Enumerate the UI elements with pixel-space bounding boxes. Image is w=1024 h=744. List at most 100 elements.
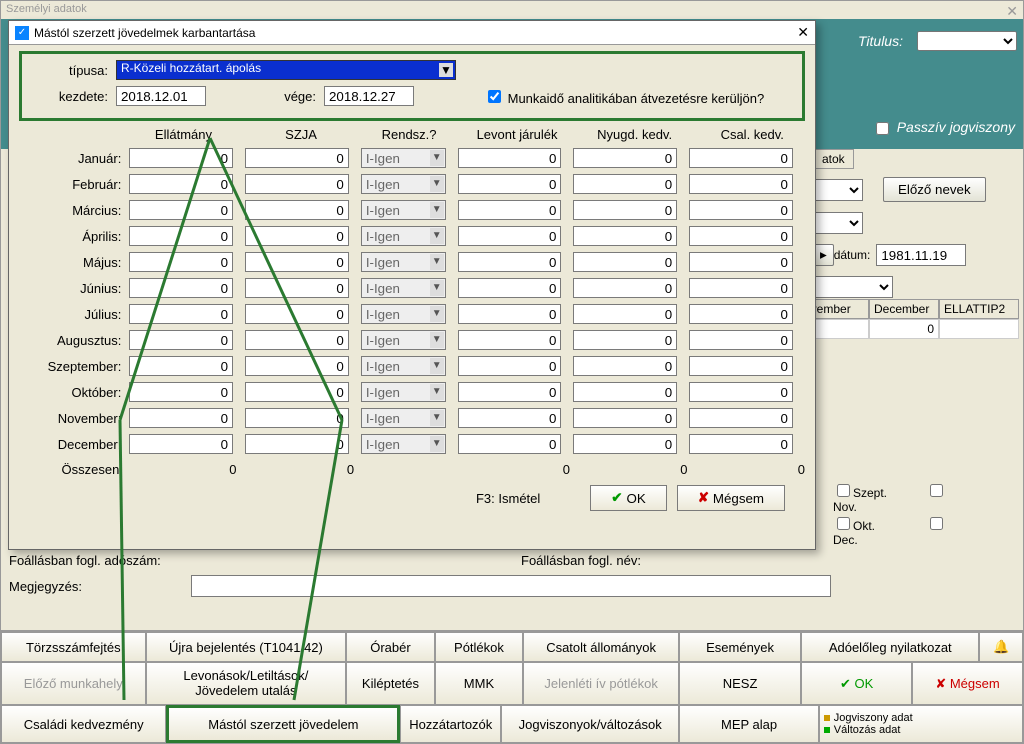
lev-input[interactable] (458, 434, 562, 454)
check-szept[interactable] (837, 484, 850, 497)
kezdete-input[interactable] (116, 86, 206, 106)
csal-input[interactable] (689, 200, 793, 220)
csal-input[interactable] (689, 304, 793, 324)
rendsz-select[interactable] (361, 252, 446, 272)
ell-input[interactable] (129, 200, 233, 220)
right-select-2[interactable] (813, 212, 863, 234)
nyug-input[interactable] (573, 356, 677, 376)
nyug-input[interactable] (573, 226, 677, 246)
btn-csaladi[interactable]: Családi kedvezmény (1, 705, 166, 743)
btn-ujra-bejelentes[interactable]: Újra bejelentés (T1041/42) (146, 632, 347, 662)
nyug-input[interactable] (573, 278, 677, 298)
right-small-btn[interactable]: ▸ (813, 244, 834, 266)
csal-input[interactable] (689, 330, 793, 350)
rendsz-select[interactable] (361, 174, 446, 194)
tipusa-select[interactable]: R-Közeli hozzátart. ápolás (116, 60, 456, 80)
passziv-checkbox[interactable] (876, 122, 889, 135)
btn-hozzatartozok[interactable]: Hozzátartozók (400, 705, 501, 743)
csal-input[interactable] (689, 226, 793, 246)
rendsz-select[interactable] (361, 304, 446, 324)
ell-input[interactable] (129, 226, 233, 246)
rendsz-select[interactable] (361, 226, 446, 246)
ell-input[interactable] (129, 434, 233, 454)
btn-megsem-main[interactable]: ✘ Mégsem (912, 662, 1023, 705)
rendsz-select[interactable] (361, 200, 446, 220)
btn-mep-alap[interactable]: MEP alap (679, 705, 818, 743)
btn-ok-main[interactable]: ✔ OK (801, 662, 912, 705)
nyug-input[interactable] (573, 174, 677, 194)
btn-icon-right[interactable]: 🔔 (979, 632, 1023, 662)
rendsz-select[interactable] (361, 278, 446, 298)
modal-close-icon[interactable]: ✕ (797, 24, 809, 41)
rendsz-select[interactable] (361, 330, 446, 350)
ell-input[interactable] (129, 408, 233, 428)
check-dec[interactable] (930, 517, 943, 530)
munkaido-checkbox[interactable] (488, 90, 501, 103)
elozo-nevek-button[interactable]: Előző nevek (883, 177, 986, 202)
ell-input[interactable] (129, 148, 233, 168)
rendsz-select[interactable] (361, 382, 446, 402)
megjegyzes-input[interactable] (191, 575, 831, 597)
csal-input[interactable] (689, 174, 793, 194)
right-select-1[interactable] (813, 179, 863, 201)
rendsz-select[interactable] (361, 434, 446, 454)
nyug-input[interactable] (573, 148, 677, 168)
lev-input[interactable] (458, 330, 562, 350)
nyug-input[interactable] (573, 200, 677, 220)
ell-input[interactable] (129, 356, 233, 376)
rendsz-select[interactable] (361, 408, 446, 428)
btn-nesz[interactable]: NESZ (679, 662, 801, 705)
lev-input[interactable] (458, 408, 562, 428)
szja-input[interactable] (245, 356, 349, 376)
szja-input[interactable] (245, 434, 349, 454)
btn-csatolt[interactable]: Csatolt állományok (523, 632, 679, 662)
nyug-input[interactable] (573, 252, 677, 272)
ell-input[interactable] (129, 304, 233, 324)
btn-adoeloleg[interactable]: Adóelőleg nyilatkozat (801, 632, 979, 662)
btn-esemenyek[interactable]: Események (679, 632, 801, 662)
btn-levonasok[interactable]: Levonások/Letiltások/ Jövedelem utalás (146, 662, 347, 705)
szja-input[interactable] (245, 304, 349, 324)
check-okt[interactable] (837, 517, 850, 530)
szja-input[interactable] (245, 278, 349, 298)
nyug-input[interactable] (573, 304, 677, 324)
btn-oraber[interactable]: Órabér (346, 632, 435, 662)
szja-input[interactable] (245, 408, 349, 428)
lev-input[interactable] (458, 382, 562, 402)
lev-input[interactable] (458, 278, 562, 298)
szja-input[interactable] (245, 226, 349, 246)
nyug-input[interactable] (573, 434, 677, 454)
nyug-input[interactable] (573, 408, 677, 428)
lev-input[interactable] (458, 356, 562, 376)
lev-input[interactable] (458, 148, 562, 168)
right-select-3[interactable] (813, 276, 893, 298)
szja-input[interactable] (245, 382, 349, 402)
csal-input[interactable] (689, 408, 793, 428)
lev-input[interactable] (458, 200, 562, 220)
vege-input[interactable] (324, 86, 414, 106)
csal-input[interactable] (689, 148, 793, 168)
rendsz-select[interactable] (361, 356, 446, 376)
nyug-input[interactable] (573, 330, 677, 350)
lev-input[interactable] (458, 174, 562, 194)
ell-input[interactable] (129, 330, 233, 350)
lev-input[interactable] (458, 252, 562, 272)
ell-input[interactable] (129, 252, 233, 272)
check-nov[interactable] (930, 484, 943, 497)
lev-input[interactable] (458, 226, 562, 246)
btn-mastol-szerzett[interactable]: Mástól szerzett jövedelem (166, 705, 400, 743)
btn-jogviszonyok[interactable]: Jogviszonyok/változások (501, 705, 679, 743)
datum-input[interactable] (876, 244, 966, 266)
tab-atok[interactable]: atok (813, 149, 854, 169)
ell-input[interactable] (129, 278, 233, 298)
ell-input[interactable] (129, 382, 233, 402)
lev-input[interactable] (458, 304, 562, 324)
btn-torzsszamfejtes[interactable]: Törzsszámfejtés (1, 632, 146, 662)
szja-input[interactable] (245, 252, 349, 272)
nyug-input[interactable] (573, 382, 677, 402)
csal-input[interactable] (689, 434, 793, 454)
csal-input[interactable] (689, 278, 793, 298)
szja-input[interactable] (245, 330, 349, 350)
titulus-select[interactable] (917, 31, 1017, 51)
csal-input[interactable] (689, 356, 793, 376)
